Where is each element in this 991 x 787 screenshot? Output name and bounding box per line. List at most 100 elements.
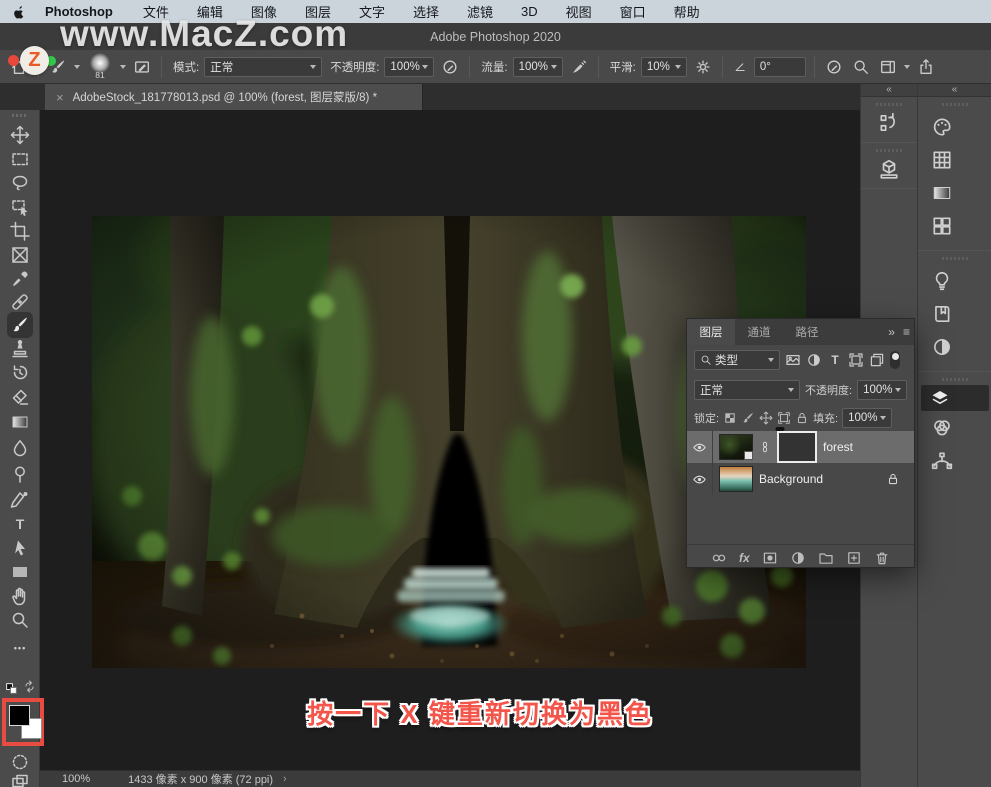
chevron-down-icon[interactable]: [904, 65, 910, 69]
link-layers-icon[interactable]: [711, 550, 727, 566]
menu-type[interactable]: 文字: [345, 2, 399, 21]
filter-shape-layers-icon[interactable]: [848, 352, 864, 368]
workspace-switcher-icon[interactable]: [877, 56, 899, 78]
layer-visibility-cell[interactable]: [687, 431, 713, 463]
mask-link-icon[interactable]: [759, 438, 771, 456]
new-layer-icon[interactable]: [846, 550, 862, 566]
collapse-panel-icon[interactable]: »: [884, 319, 899, 345]
quick-mask-icon[interactable]: [10, 752, 30, 772]
toolbar-grip[interactable]: [12, 114, 28, 117]
lock-artboard-icon[interactable]: [777, 411, 791, 425]
learn-panel-icon[interactable]: [931, 270, 953, 292]
move-tool[interactable]: [10, 125, 30, 145]
layer-thumbnail[interactable]: [719, 466, 753, 492]
type-tool[interactable]: T: [10, 514, 30, 534]
filter-adjustment-layers-icon[interactable]: [806, 352, 822, 368]
adjustments-panel-icon[interactable]: [931, 336, 953, 358]
menu-layer[interactable]: 图层: [291, 2, 345, 21]
blur-tool[interactable]: [10, 438, 30, 458]
new-group-icon[interactable]: [818, 550, 834, 566]
frame-tool[interactable]: [10, 245, 30, 265]
lock-position-icon[interactable]: [759, 411, 773, 425]
pen-tool[interactable]: [10, 490, 30, 510]
menu-file[interactable]: 文件: [129, 2, 183, 21]
layer-style-icon[interactable]: fx: [739, 551, 750, 565]
layer-row-forest[interactable]: forest: [687, 431, 914, 463]
swatches-panel-icon[interactable]: [931, 149, 953, 171]
gradients-panel-icon[interactable]: [931, 182, 953, 204]
collapse-panels-icon[interactable]: «: [918, 84, 991, 97]
search-icon[interactable]: [850, 56, 872, 78]
properties-panel-icon[interactable]: [878, 158, 900, 180]
new-adjustment-layer-icon[interactable]: [790, 550, 806, 566]
history-brush-tool[interactable]: [10, 363, 30, 383]
menu-edit[interactable]: 编辑: [183, 2, 237, 21]
layer-visibility-cell[interactable]: [687, 463, 713, 495]
panel-grip[interactable]: [876, 149, 902, 152]
healing-brush-tool[interactable]: [10, 292, 30, 312]
size-pressure-icon[interactable]: [823, 56, 845, 78]
channels-panel-icon[interactable]: [931, 417, 953, 439]
chevron-down-icon[interactable]: [120, 65, 126, 69]
chevron-down-icon[interactable]: [74, 65, 80, 69]
lock-all-icon[interactable]: [795, 411, 809, 425]
lock-transparency-icon[interactable]: [723, 411, 737, 425]
layer-fill-select[interactable]: 100%: [842, 408, 892, 428]
layer-mask-selected-frame[interactable]: [777, 431, 817, 463]
lock-paint-icon[interactable]: [741, 411, 755, 425]
zoom-tool[interactable]: [10, 610, 30, 630]
layer-name[interactable]: forest: [823, 440, 853, 454]
crop-tool[interactable]: [10, 221, 30, 241]
blend-mode-select[interactable]: 正常: [204, 57, 322, 77]
menu-photoshop[interactable]: Photoshop: [45, 4, 129, 19]
smoothing-select[interactable]: 10%: [641, 57, 687, 77]
menu-image[interactable]: 图像: [237, 2, 291, 21]
panel-grip[interactable]: [942, 378, 968, 381]
object-selection-tool[interactable]: [10, 197, 30, 217]
filter-toggle-switch[interactable]: [890, 351, 900, 369]
menu-select[interactable]: 选择: [399, 2, 453, 21]
flow-select[interactable]: 100%: [513, 57, 563, 77]
libraries-panel-icon[interactable]: [931, 303, 953, 325]
close-tab-icon[interactable]: ×: [56, 91, 64, 104]
swap-colors-icon[interactable]: [23, 680, 36, 693]
filter-type-layers-icon[interactable]: T: [827, 353, 843, 367]
tab-paths[interactable]: 路径: [783, 319, 831, 345]
color-panel-icon[interactable]: [931, 116, 953, 138]
panel-grip[interactable]: [942, 103, 968, 106]
filter-smart-objects-icon[interactable]: [869, 352, 885, 368]
airbrush-icon[interactable]: [568, 56, 590, 78]
delete-layer-icon[interactable]: [874, 550, 890, 566]
marquee-tool[interactable]: [10, 149, 30, 169]
clone-stamp-tool[interactable]: [10, 339, 30, 359]
share-icon[interactable]: [915, 56, 937, 78]
hand-tool[interactable]: [10, 586, 30, 606]
foreground-color-swatch[interactable]: [9, 705, 30, 726]
collapse-panels-icon[interactable]: «: [861, 84, 917, 97]
brush-angle-input[interactable]: 0°: [754, 57, 806, 77]
opacity-select[interactable]: 100%: [384, 57, 434, 77]
screen-mode-icon[interactable]: [10, 772, 30, 787]
close-window-button[interactable]: [8, 55, 19, 66]
apple-icon[interactable]: [13, 4, 27, 20]
history-panel-icon[interactable]: [878, 112, 900, 134]
menu-view[interactable]: 视图: [552, 2, 606, 21]
document-tab[interactable]: × AdobeStock_181778013.psd @ 100% (fores…: [45, 84, 423, 110]
filter-pixel-layers-icon[interactable]: [785, 352, 801, 368]
gradient-tool[interactable]: [10, 412, 30, 432]
tab-channels[interactable]: 通道: [735, 319, 783, 345]
menu-3d[interactable]: 3D: [507, 4, 552, 19]
dodge-tool[interactable]: [10, 464, 30, 484]
edit-toolbar-icon[interactable]: •••: [10, 638, 30, 658]
filter-type-select[interactable]: 类型: [694, 350, 780, 370]
layer-row-background[interactable]: Background: [687, 463, 914, 495]
brush-preset-picker[interactable]: 81: [85, 53, 115, 80]
status-options-chevron[interactable]: ›: [283, 773, 287, 785]
panel-grip[interactable]: [942, 257, 968, 260]
tab-layers[interactable]: 图层: [687, 319, 735, 345]
menu-window[interactable]: 窗口: [606, 2, 660, 21]
layers-panel-icon[interactable]: [921, 385, 989, 411]
layer-opacity-select[interactable]: 100%: [857, 380, 907, 400]
menu-filter[interactable]: 滤镜: [453, 2, 507, 21]
default-colors-icon[interactable]: [5, 682, 18, 695]
